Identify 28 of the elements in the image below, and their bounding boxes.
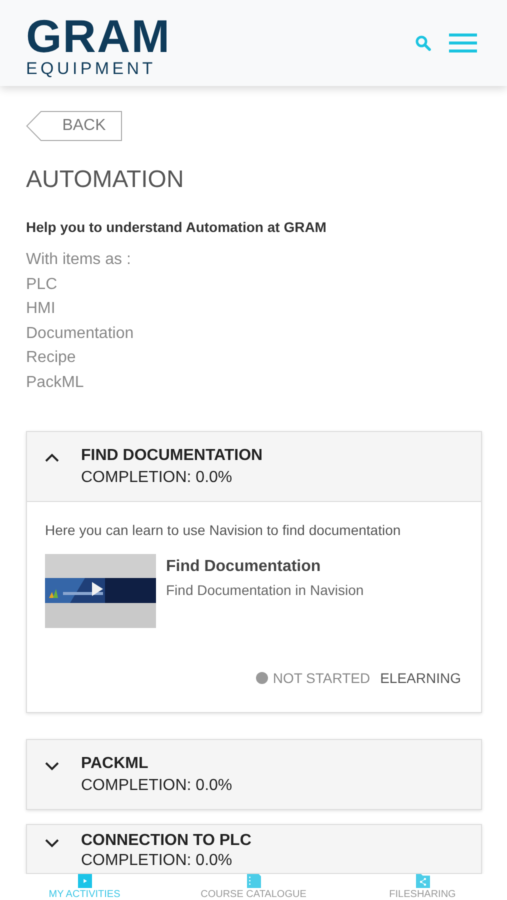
search-icon[interactable] [415, 35, 431, 51]
logo-tagline: EQUIPMENT [26, 60, 157, 77]
section-title: FIND DOCUMENTATION [81, 447, 263, 465]
intro-line: Documentation [26, 324, 135, 344]
intro-line: With items as : [26, 250, 132, 270]
section-header[interactable]: PACKML COMPLETION: 0.0% [27, 740, 481, 809]
intro-line: PackML [26, 372, 85, 392]
section-title: CONNECTION TO PLC [81, 832, 252, 850]
back-button[interactable]: BACK [26, 111, 122, 141]
item-subtitle: Find Documentation in Navision [166, 582, 364, 598]
intro-line: HMI [26, 299, 56, 319]
completion-text: COMPLETION: 0.0% [81, 852, 234, 870]
menu-icon[interactable] [449, 33, 477, 53]
section-header[interactable]: CONNECTION TO PLC COMPLETION: 0.0% [27, 825, 481, 873]
completion-text: COMPLETION: 0.0% [81, 777, 232, 795]
intro-line: PLC [26, 274, 58, 294]
status-dot [256, 672, 268, 684]
type-label: ELEARNING [380, 670, 461, 686]
page-title: AUTOMATION [26, 166, 185, 194]
section-description: Here you can learn to use Navision to find documentation [45, 522, 402, 538]
intro-line: Recipe [26, 348, 77, 368]
item-title[interactable]: Find Documentation [166, 558, 364, 576]
logo-wordmark: GRAM [26, 13, 171, 59]
completion-text: COMPLETION: 0.0% [81, 469, 234, 487]
section-title: PACKML [81, 755, 150, 773]
course-subtitle: Help you to understand Automation at GRAM [26, 219, 328, 235]
status-label: NOT STARTED [272, 670, 370, 686]
section-header[interactable]: FIND DOCUMENTATION COMPLETION: 0.0% [27, 432, 481, 502]
